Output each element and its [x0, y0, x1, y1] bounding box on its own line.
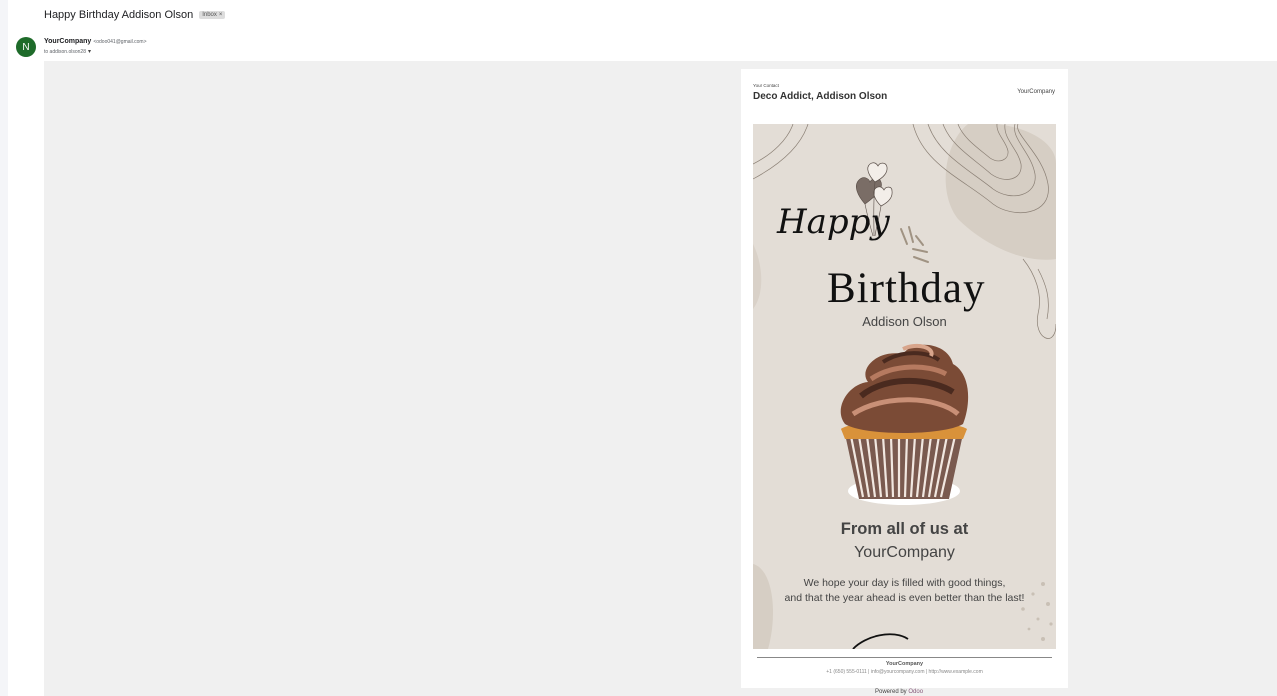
- footer-divider: [757, 657, 1052, 658]
- birthday-text: Birthday: [827, 265, 986, 312]
- happy-text: Happy: [777, 202, 890, 242]
- email-subject: Happy Birthday Addison Olson: [44, 9, 194, 21]
- powered-by-prefix: Powered by: [875, 689, 907, 695]
- cupcake-image: [840, 344, 969, 505]
- inbox-label-text: Inbox: [202, 12, 217, 18]
- sender-name[interactable]: YourCompany: [44, 38, 91, 45]
- sender-line: YourCompany <odoo041@gmail.com>: [44, 38, 147, 45]
- birthday-banner: Happy Birthday Addison Olson From all of…: [753, 124, 1056, 649]
- sender-email: <odoo041@gmail.com>: [93, 39, 147, 45]
- recipient-name: Addison Olson: [862, 314, 947, 329]
- recipient-text: to addison.olson28: [44, 48, 86, 55]
- recipient-line[interactable]: to addison.olson28 ▾: [44, 48, 91, 56]
- left-rail: [0, 0, 8, 696]
- from-heading: From all of us at: [840, 520, 969, 538]
- wish-line-2: and that the year ahead is even better t…: [784, 592, 1025, 604]
- contact-label: Your Contact: [753, 83, 779, 88]
- dropdown-caret-icon[interactable]: ▾: [88, 48, 91, 55]
- inbox-label-badge[interactable]: Inbox ×: [199, 11, 226, 19]
- wish-line-1: We hope your day is filled with good thi…: [803, 577, 1006, 589]
- wish-message: We hope your day is filled with good thi…: [753, 576, 1056, 606]
- sender-avatar[interactable]: N: [16, 37, 36, 57]
- company-header: YourCompany: [1017, 89, 1055, 95]
- footer-company: YourCompany: [885, 661, 924, 667]
- powered-by: Powered by Odoo: [875, 689, 923, 695]
- email-body-area: [44, 61, 1277, 696]
- footer-contact: +1 (650) 555-0111 | info@yourcompany.com…: [826, 669, 983, 675]
- company-name: YourCompany: [854, 544, 955, 561]
- email-card: Your Contact Deco Addict, Addison Olson …: [741, 69, 1068, 688]
- contact-name: Deco Addict, Addison Olson: [753, 91, 888, 102]
- subject-row: Happy Birthday Addison Olson Inbox ×: [44, 9, 226, 21]
- remove-label-icon[interactable]: ×: [219, 12, 223, 18]
- odoo-link[interactable]: Odoo: [908, 689, 923, 695]
